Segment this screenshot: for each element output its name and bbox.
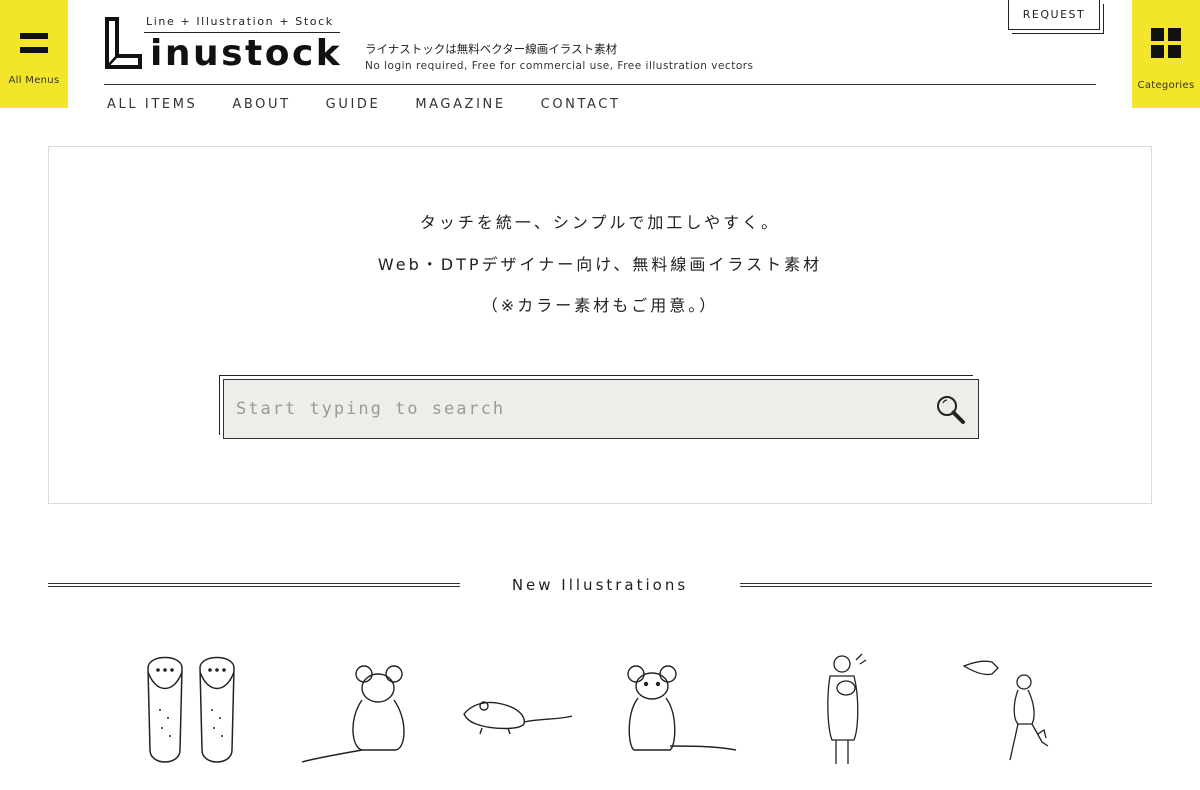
man-kicking-icon[interactable] xyxy=(962,650,1054,768)
request-button[interactable]: REQUEST xyxy=(1008,0,1100,30)
search-icon[interactable] xyxy=(932,391,968,427)
illustration-grid xyxy=(0,650,1200,780)
nav-guide[interactable]: GUIDE xyxy=(326,97,381,112)
mouse-running-icon[interactable] xyxy=(462,690,574,770)
logo-tagline: Line + Illustration + Stock xyxy=(146,15,334,28)
mouse-sitting-icon[interactable] xyxy=(620,650,738,768)
categories-button[interactable]: Categories xyxy=(1132,0,1200,108)
tagline-en: No login required, Free for commercial u… xyxy=(365,60,754,72)
site-logo[interactable]: Line + Illustration + Stock inustock xyxy=(104,14,344,74)
menu-icon xyxy=(20,32,48,53)
new-illustrations-heading: New Illustrations xyxy=(0,576,1200,596)
nav-about[interactable]: ABOUT xyxy=(232,97,290,112)
nav-all-items[interactable]: ALL ITEMS xyxy=(107,97,197,112)
sandals-icon[interactable] xyxy=(140,650,242,770)
header-divider xyxy=(104,84,1096,85)
site-tagline: ライナストックは無料ベクター線画イラスト素材 No login required… xyxy=(365,41,754,72)
search-container xyxy=(219,375,979,439)
section-rule-right xyxy=(740,583,1152,587)
hero-panel: タッチを統一、シンプルで加工しやすく。 Web・DTPデザイナー向け、無料線画イ… xyxy=(48,146,1152,504)
categories-label: Categories xyxy=(1137,79,1195,91)
tagline-jp: ライナストックは無料ベクター線画イラスト素材 xyxy=(365,42,618,56)
section-title: New Illustrations xyxy=(511,576,689,594)
search-input[interactable] xyxy=(236,399,932,419)
hero-line-1: タッチを統一、シンプルで加工しやすく。 xyxy=(419,213,781,232)
categories-grid-icon xyxy=(1151,27,1181,58)
search-box xyxy=(223,379,979,439)
nav-contact[interactable]: CONTACT xyxy=(541,97,621,112)
mouse-back-icon[interactable] xyxy=(300,650,412,768)
woman-holding-cat-icon[interactable] xyxy=(816,650,872,768)
all-menus-label: All Menus xyxy=(8,74,60,86)
nav-magazine[interactable]: MAGAZINE xyxy=(415,97,505,112)
section-rule-left xyxy=(48,583,460,587)
main-nav: ALL ITEMS ABOUT GUIDE MAGAZINE CONTACT xyxy=(107,97,656,112)
hero-line-3: （※カラー素材もご用意。） xyxy=(481,296,719,315)
all-menus-button[interactable]: All Menus xyxy=(0,0,68,108)
logo-l-mark xyxy=(105,17,142,69)
hero-line-2: Web・DTPデザイナー向け、無料線画イラスト素材 xyxy=(377,255,823,274)
logo-wordmark: inustock xyxy=(150,33,343,74)
